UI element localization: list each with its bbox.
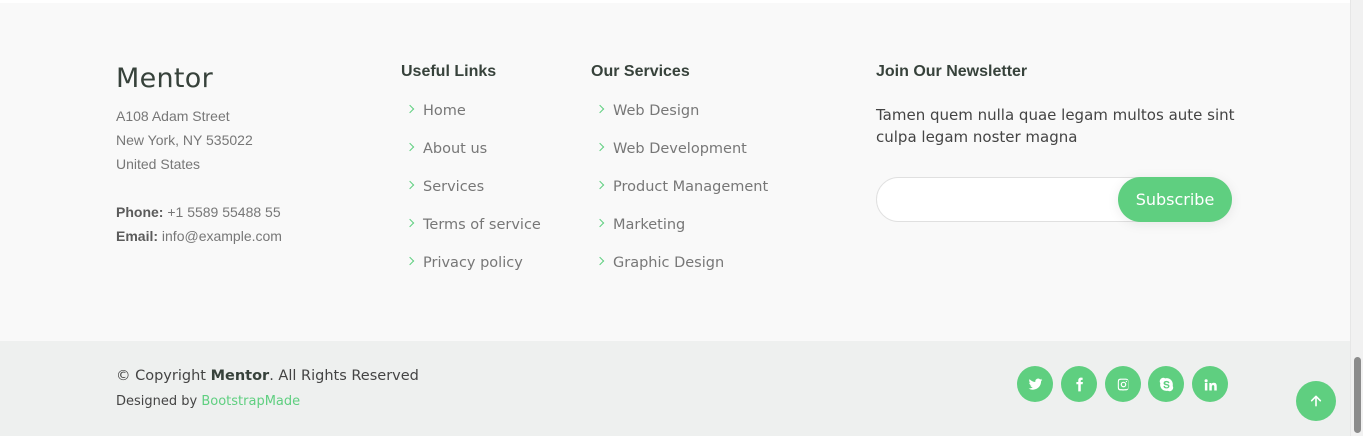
credits-prefix: Designed by (116, 394, 202, 409)
twitter-link[interactable] (1017, 366, 1053, 402)
facebook-icon (1075, 377, 1083, 391)
services-heading: Our Services (591, 63, 690, 80)
footer-link-about[interactable]: About us (403, 130, 541, 168)
skype-link[interactable] (1148, 366, 1184, 402)
chevron-right-icon (405, 256, 415, 266)
twitter-icon (1028, 378, 1042, 390)
footer-link-services[interactable]: Services (403, 168, 541, 206)
service-link-label: Web Design (613, 103, 700, 119)
address-line-3: United States (116, 156, 201, 172)
back-to-top-button[interactable] (1296, 381, 1336, 421)
instagram-icon (1117, 378, 1128, 390)
service-link-web-design[interactable]: Web Design (593, 92, 768, 130)
service-link-web-development[interactable]: Web Development (593, 130, 768, 168)
copyright: © Copyright Mentor. All Rights Reserved (116, 368, 419, 384)
service-link-label: Web Development (613, 141, 747, 157)
bootstrapmade-link[interactable]: BootstrapMade (201, 394, 300, 409)
service-link-label: Product Management (613, 179, 769, 195)
chevron-right-icon (405, 180, 415, 190)
address-line-2: New York, NY 535022 (116, 132, 253, 148)
copyright-suffix: . All Rights Reserved (269, 368, 419, 384)
chevron-right-icon (595, 256, 605, 266)
address-line-1: A108 Adam Street (116, 108, 230, 124)
arrow-up-icon (1310, 395, 1322, 407)
useful-links-list: Home About us Services Terms of service … (403, 92, 541, 282)
skype-icon (1159, 377, 1173, 391)
service-link-product-management[interactable]: Product Management (593, 168, 768, 206)
footer-link-label: Home (423, 103, 466, 119)
phone-line: Phone: +1 5589 55488 55 (116, 204, 281, 220)
email-address: info@example.com (161, 228, 282, 244)
credits: Designed by BootstrapMade (116, 394, 300, 409)
footer-bottom (0, 341, 1350, 436)
chevron-right-icon (595, 142, 605, 152)
newsletter-description: Tamen quem nulla quae legam multos aute … (876, 106, 1235, 146)
footer-link-privacy[interactable]: Privacy policy (403, 244, 541, 282)
newsletter-email-input[interactable] (891, 186, 1111, 214)
footer-link-terms[interactable]: Terms of service (403, 206, 541, 244)
chevron-right-icon (595, 218, 605, 228)
chevron-right-icon (595, 104, 605, 114)
subscribe-button[interactable]: Subscribe (1118, 177, 1232, 222)
service-link-label: Graphic Design (613, 255, 725, 271)
facebook-link[interactable] (1061, 366, 1097, 402)
footer-link-home[interactable]: Home (403, 92, 541, 130)
scrollbar-thumb[interactable] (1354, 357, 1361, 433)
service-link-label: Marketing (613, 217, 686, 233)
phone-label: Phone: (116, 204, 164, 220)
footer-link-label: Privacy policy (423, 255, 523, 271)
service-link-graphic-design[interactable]: Graphic Design (593, 244, 768, 282)
copyright-prefix: © Copyright (116, 368, 211, 384)
services-list: Web Design Web Development Product Manag… (593, 92, 768, 282)
useful-links-heading: Useful Links (401, 63, 497, 80)
linkedin-icon (1204, 378, 1217, 390)
newsletter-form: Subscribe (876, 177, 1232, 222)
footer-link-label: Terms of service (423, 217, 541, 233)
instagram-link[interactable] (1105, 366, 1141, 402)
footer-brand-name: Mentor (116, 63, 214, 94)
chevron-right-icon (405, 218, 415, 228)
phone-number: +1 5589 55488 55 (167, 204, 281, 220)
chevron-right-icon (405, 142, 415, 152)
email-line: Email: info@example.com (116, 228, 282, 244)
chevron-right-icon (405, 104, 415, 114)
service-link-marketing[interactable]: Marketing (593, 206, 768, 244)
chevron-right-icon (595, 180, 605, 190)
copyright-brand: Mentor (210, 368, 270, 384)
newsletter-heading: Join Our Newsletter (876, 63, 1028, 80)
linkedin-link[interactable] (1192, 366, 1228, 402)
email-label: Email: (116, 228, 159, 244)
footer-link-label: Services (423, 179, 485, 195)
footer-link-label: About us (423, 141, 488, 157)
page-scrollbar[interactable] (1350, 0, 1363, 436)
